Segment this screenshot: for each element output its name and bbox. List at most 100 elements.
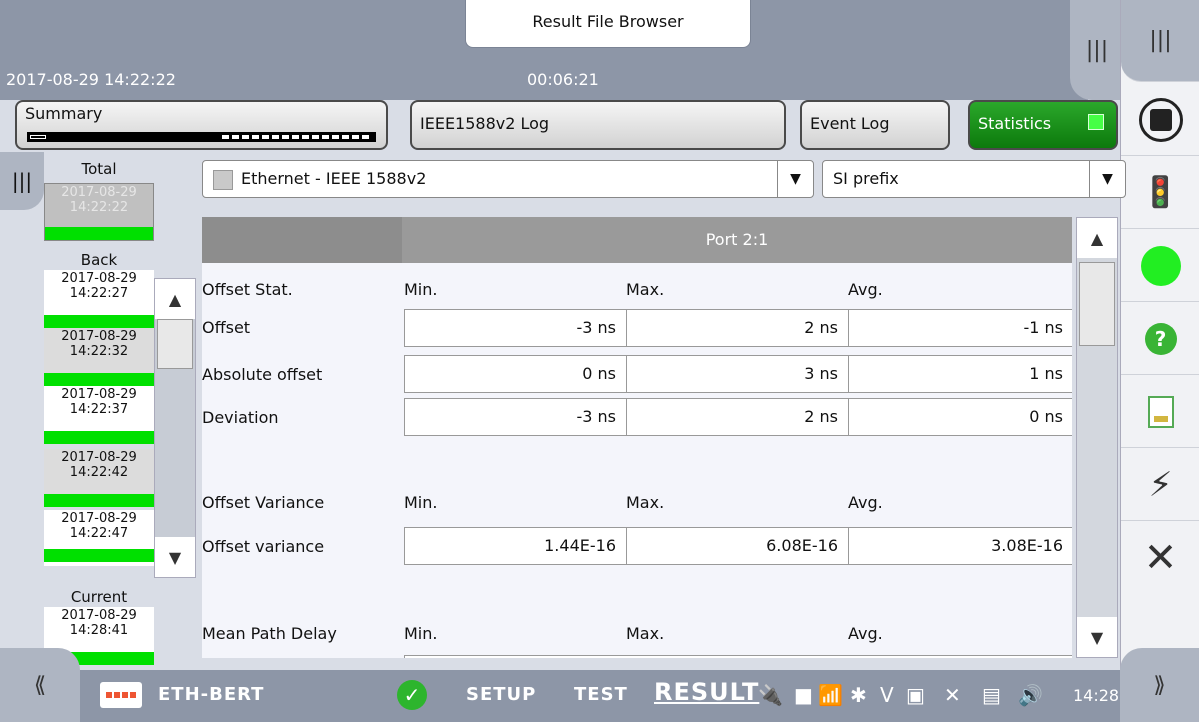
scroll-thumb[interactable] [157, 319, 193, 369]
value-cell-partial [404, 655, 1072, 658]
column-max: Max. [626, 624, 665, 643]
current-datetime: 2017-08-29 14:22:22 [6, 70, 176, 89]
row-label: Absolute offset [202, 365, 323, 384]
scroll-down-icon[interactable]: ▼ [155, 537, 195, 577]
row-label: Offset variance [202, 537, 325, 556]
app-name[interactable]: ETH-BERT [158, 684, 264, 705]
forward-icon[interactable]: ⟫ [1120, 648, 1199, 722]
history-date: 2017-08-29 [61, 450, 137, 465]
history-toggle-icon[interactable]: ||| [0, 152, 44, 210]
scroll-up-icon[interactable]: ▲ [155, 279, 195, 319]
help-button[interactable]: ? [1121, 303, 1199, 375]
network-icon: ▤ [982, 683, 1001, 707]
prefix-select[interactable]: SI prefix ▼ [822, 160, 1126, 198]
history-back-item[interactable]: 2017-08-29 14:22:47 [44, 510, 154, 566]
protocol-select[interactable]: Ethernet - IEEE 1588v2 ▼ [202, 160, 814, 198]
statistics-led-icon [1088, 114, 1104, 130]
v-icon: V [880, 683, 894, 707]
app-icon [100, 682, 142, 708]
column-avg: Avg. [848, 493, 883, 512]
scroll-thumb[interactable] [1079, 262, 1115, 346]
row-label: Offset [202, 318, 251, 337]
history-back-label: Back [80, 251, 118, 269]
column-min: Min. [404, 624, 438, 643]
nav-setup[interactable]: SETUP [466, 684, 536, 705]
history-scrollbar[interactable]: ▲ ▼ [154, 278, 196, 578]
history-current-label: Current [70, 588, 128, 606]
tab-event-log[interactable]: Event Log [800, 100, 950, 150]
nav-test[interactable]: TEST [574, 684, 628, 705]
tab-ieee1588v2-log[interactable]: IEEE1588v2 Log [410, 100, 786, 150]
gps-icon: ✕ [944, 683, 961, 707]
value-cell: 1.44E-16 [404, 527, 627, 565]
value-cell: 0 ns [848, 398, 1072, 436]
history-back-item[interactable]: 2017-08-29 14:22:32 [44, 328, 154, 386]
history-date: 2017-08-29 [61, 329, 137, 344]
value-cell: -3 ns [404, 309, 627, 347]
status-bar [44, 373, 154, 386]
value-cell: 3 ns [626, 355, 849, 393]
table-header: Port 2:1 [202, 217, 1072, 263]
help-icon: ? [1144, 322, 1177, 355]
status-led-button[interactable] [1121, 230, 1199, 302]
value-cell: -1 ns [848, 309, 1072, 347]
value-cell: 6.08E-16 [626, 527, 849, 565]
prefix-select-value: SI prefix [833, 169, 899, 188]
summary-progress-bar [27, 132, 376, 142]
protocol-select-value: Ethernet - IEEE 1588v2 [241, 169, 427, 188]
status-bar [44, 549, 154, 562]
history-time: 14:22:27 [69, 286, 129, 301]
protocol-color-swatch [213, 169, 233, 190]
chevron-down-icon: ▼ [1089, 161, 1125, 197]
row-label: Deviation [202, 408, 279, 427]
menu-icon[interactable]: ||| [1070, 0, 1124, 100]
bluetooth-icon: ✱ [850, 683, 867, 707]
traffic-light-icon[interactable]: 🚦 [1121, 157, 1199, 229]
history-time: 14:22:42 [69, 465, 129, 480]
statistics-table: Offset Stat. Min. Max. Avg. Offset -3 ns… [202, 263, 1072, 658]
value-cell: 3.08E-16 [848, 527, 1072, 565]
status-bar [44, 315, 154, 328]
result-file-browser-button[interactable]: Result File Browser [465, 0, 751, 48]
column-avg: Avg. [848, 280, 883, 299]
stop-button[interactable] [1121, 84, 1199, 156]
status-bar [44, 494, 154, 507]
right-toolbar: ||| 🚦 ? ⚡ ✕ [1120, 0, 1199, 722]
scroll-down-icon[interactable]: ▼ [1077, 617, 1117, 657]
volume-icon: 🔊 [1018, 683, 1043, 707]
history-time: 14:22:32 [69, 344, 129, 359]
history-back-item[interactable]: 2017-08-29 14:22:27 [44, 270, 154, 328]
tab-summary-label: Summary [25, 104, 103, 123]
history-date: 2017-08-29 [61, 387, 137, 402]
scroll-up-icon[interactable]: ▲ [1077, 218, 1117, 258]
history-date: 2017-08-29 [61, 608, 137, 623]
column-avg: Avg. [848, 624, 883, 643]
remote-icon: ▣ [906, 683, 925, 707]
tab-summary[interactable]: Summary [15, 100, 388, 150]
history-time: 14:22:37 [69, 402, 129, 417]
status-bar [45, 227, 153, 240]
table-scrollbar[interactable]: ▲ ▼ [1076, 217, 1118, 658]
tab-statistics[interactable]: Statistics [968, 100, 1118, 150]
clock: 14:28 [1073, 686, 1120, 705]
section-title: Offset Variance [202, 493, 325, 512]
report-button[interactable] [1121, 376, 1199, 448]
nav-result[interactable]: RESULT [654, 678, 759, 706]
value-cell: 2 ns [626, 398, 849, 436]
section-title: Offset Stat. [202, 280, 293, 299]
history-back-item[interactable]: 2017-08-29 14:22:37 [44, 386, 154, 444]
history-time: 14:22:47 [69, 526, 129, 541]
side-menu-icon[interactable]: ||| [1121, 0, 1199, 82]
value-cell: 1 ns [848, 355, 1072, 393]
column-min: Min. [404, 280, 438, 299]
history-total-label: Total [81, 160, 117, 178]
elapsed-time: 00:06:21 [527, 70, 599, 89]
storage-icon: ■ [794, 683, 813, 707]
value-cell: -3 ns [404, 398, 627, 436]
back-icon[interactable]: ⟪ [0, 648, 80, 722]
close-button[interactable]: ✕ [1121, 522, 1199, 594]
history-total-item[interactable]: 2017-08-29 14:22:22 [44, 183, 154, 241]
error-insert-button[interactable]: ⚡ [1121, 449, 1199, 521]
value-cell: 0 ns [404, 355, 627, 393]
history-back-item[interactable]: 2017-08-29 14:22:42 [44, 449, 154, 507]
